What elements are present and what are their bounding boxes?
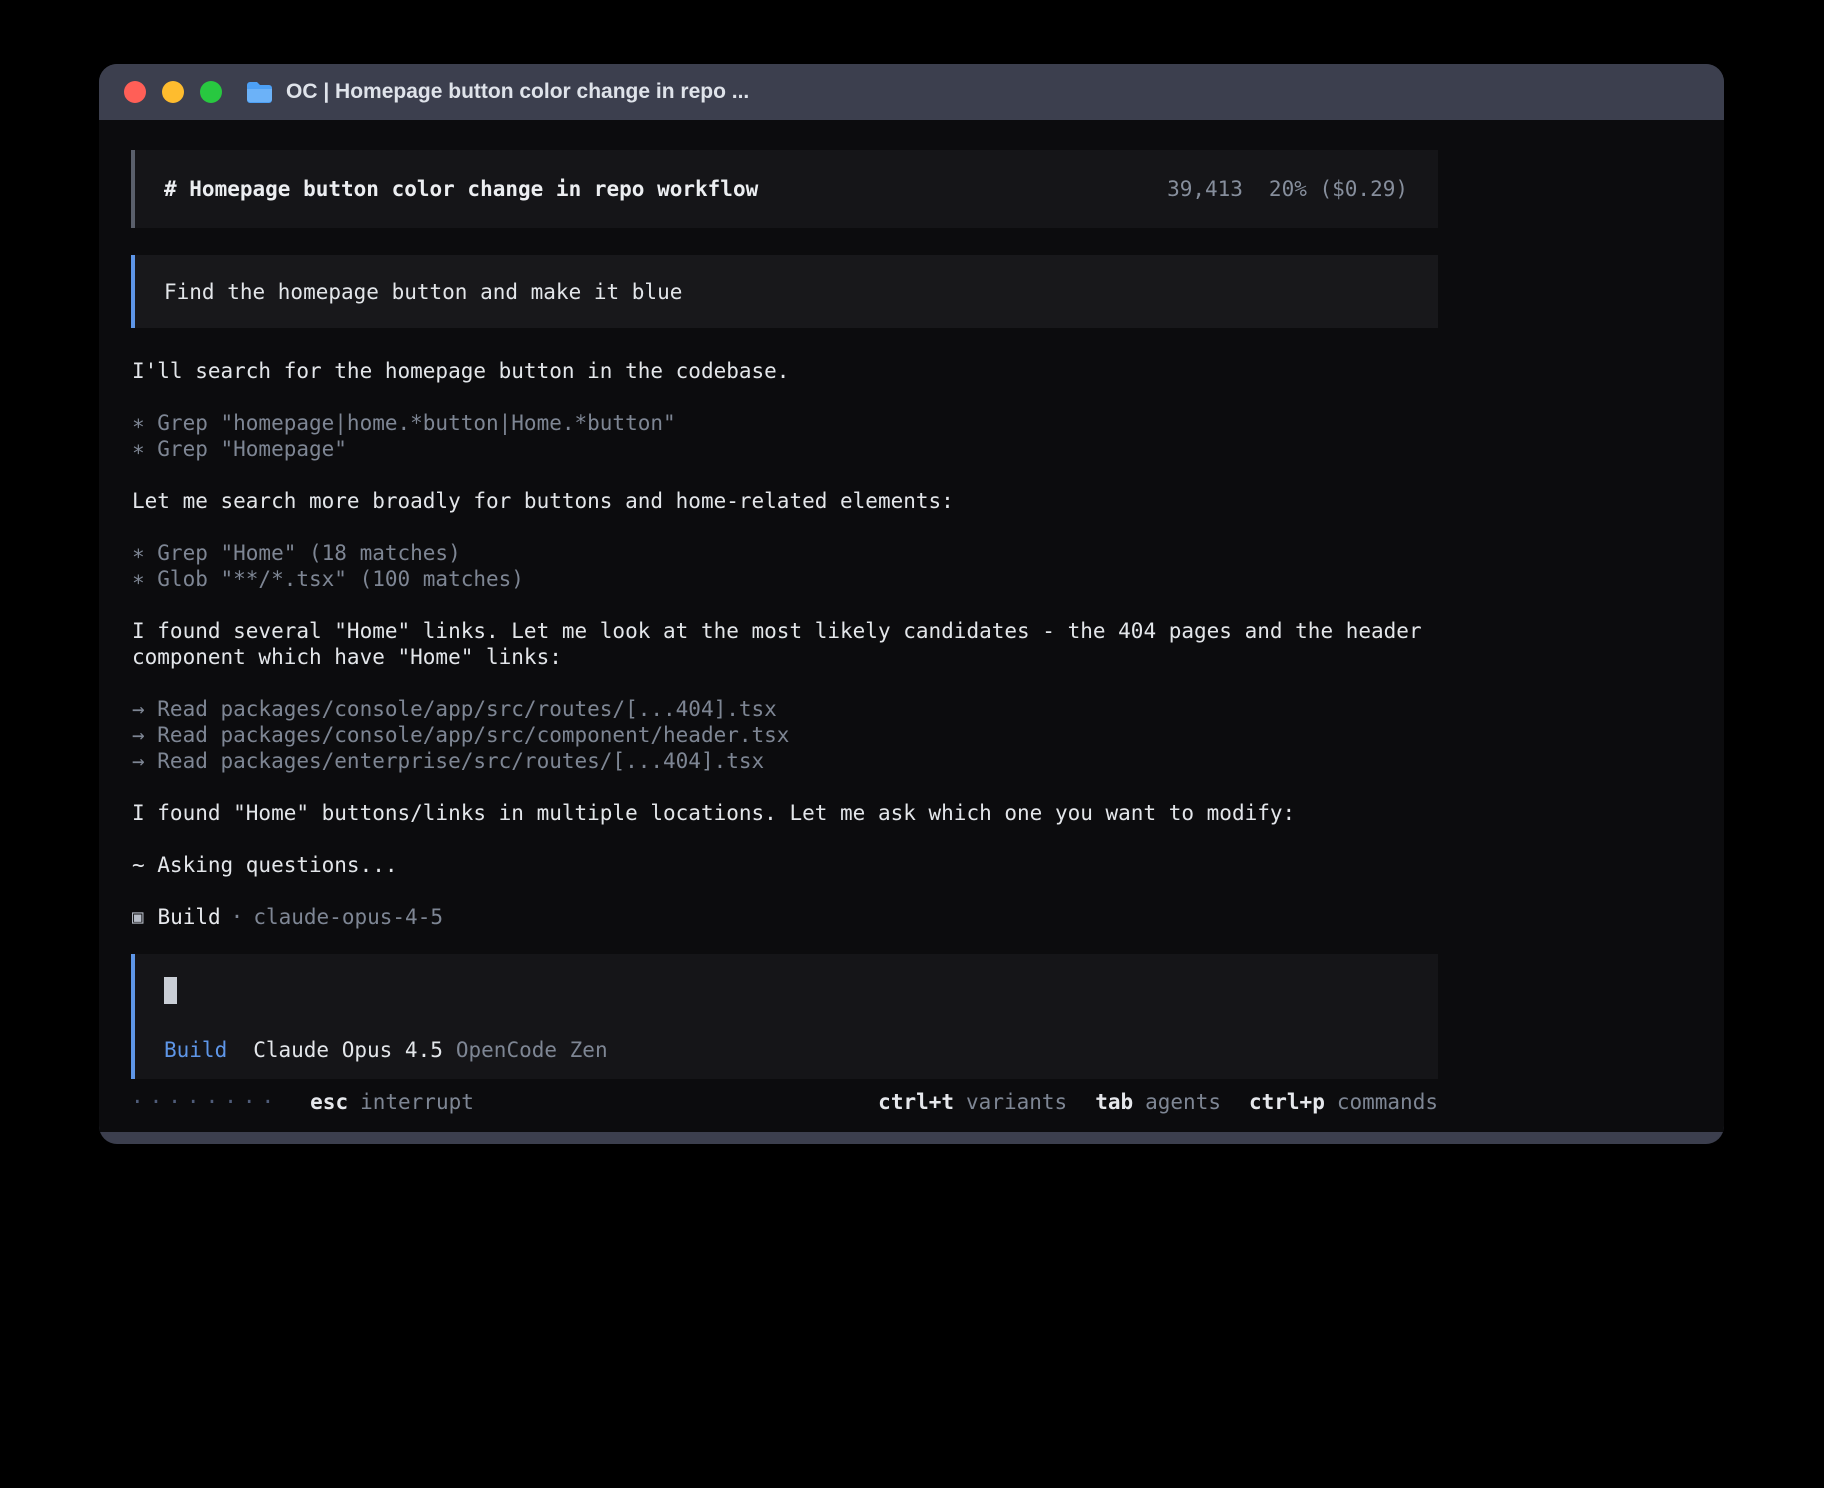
status-bar: ········ esc interrupt ctrl+t variants t…: [131, 1089, 1438, 1115]
provider-name: OpenCode Zen: [456, 1037, 608, 1063]
user-message: Find the homepage button and make it blu…: [131, 255, 1438, 328]
window-title: OC | Homepage button color change in rep…: [286, 80, 749, 104]
session-title: # Homepage button color change in repo w…: [164, 176, 758, 202]
tool-call-group: ∗ Grep "homepage|home.*button|Home.*butt…: [132, 410, 1438, 462]
status-left: ········ esc interrupt: [131, 1089, 474, 1115]
session-header: # Homepage button color change in repo w…: [131, 150, 1438, 228]
tool-call-group: ∗ Grep "Home" (18 matches) ∗ Glob "**/*.…: [132, 540, 1438, 592]
zoom-window-button[interactable]: [200, 81, 222, 103]
agent-model: claude-opus-4-5: [253, 904, 443, 930]
minimize-window-button[interactable]: [162, 81, 184, 103]
assistant-paragraph: I found "Home" buttons/links in multiple…: [132, 800, 1438, 826]
agent-icon: ▣: [132, 904, 143, 930]
shortcut-key: tab: [1095, 1089, 1133, 1115]
shortcut-label: interrupt: [360, 1089, 474, 1115]
traffic-lights: [124, 81, 222, 103]
status-right: ctrl+t variants tab agents ctrl+p comman…: [878, 1089, 1438, 1115]
agent-separator: ·: [231, 904, 244, 930]
shortcut-key: ctrl+p: [1249, 1089, 1325, 1115]
tool-call-grep: ∗ Grep "Homepage": [132, 436, 1438, 462]
shortcut-commands: ctrl+p commands: [1249, 1089, 1438, 1115]
window-title-area: OC | Homepage button color change in rep…: [246, 80, 749, 104]
terminal-window: OC | Homepage button color change in rep…: [99, 64, 1724, 1144]
assistant-paragraph: Let me search more broadly for buttons a…: [132, 488, 1438, 514]
folder-icon: [246, 81, 273, 103]
assistant-paragraph: I'll search for the homepage button in t…: [132, 358, 1438, 384]
tool-call-read: → Read packages/console/app/src/routes/[…: [132, 696, 1438, 722]
agent-name: Build: [157, 904, 220, 930]
tool-call-read: → Read packages/console/app/src/componen…: [132, 722, 1438, 748]
shortcut-label: agents: [1145, 1089, 1221, 1115]
spinner-dots: ········: [131, 1089, 280, 1115]
tool-call-grep: ∗ Grep "Home" (18 matches): [132, 540, 1438, 566]
input-mode-line: Build Claude Opus 4.5 OpenCode Zen: [164, 1037, 1438, 1063]
prompt-input[interactable]: Build Claude Opus 4.5 OpenCode Zen: [131, 954, 1438, 1079]
assistant-status: ~ Asking questions...: [132, 852, 1438, 878]
model-name: Claude Opus 4.5: [253, 1037, 443, 1063]
shortcut-label: commands: [1337, 1089, 1438, 1115]
text-cursor: [164, 977, 177, 1004]
tool-call-grep: ∗ Grep "homepage|home.*button|Home.*butt…: [132, 410, 1438, 436]
session-stats: 39,413 20% ($0.29): [1167, 176, 1408, 202]
shortcut-label: variants: [966, 1089, 1067, 1115]
tool-call-group: → Read packages/console/app/src/routes/[…: [132, 696, 1438, 774]
shortcut-interrupt: esc interrupt: [310, 1089, 474, 1115]
tool-call-read: → Read packages/enterprise/src/routes/[.…: [132, 748, 1438, 774]
shortcut-key: esc: [310, 1089, 348, 1115]
token-count: 39,413: [1167, 176, 1243, 202]
tool-call-glob: ∗ Glob "**/*.tsx" (100 matches): [132, 566, 1438, 592]
mode-badge[interactable]: Build: [164, 1037, 227, 1063]
assistant-paragraph: I found several "Home" links. Let me loo…: [132, 618, 1438, 670]
assistant-response: I'll search for the homepage button in t…: [131, 358, 1438, 930]
terminal-content: # Homepage button color change in repo w…: [99, 120, 1724, 1132]
agent-attribution: ▣ Build · claude-opus-4-5: [132, 904, 1438, 930]
context-cost: 20% ($0.29): [1269, 176, 1408, 202]
shortcut-key: ctrl+t: [878, 1089, 954, 1115]
shortcut-variants: ctrl+t variants: [878, 1089, 1067, 1115]
close-window-button[interactable]: [124, 81, 146, 103]
shortcut-agents: tab agents: [1095, 1089, 1221, 1115]
user-message-text: Find the homepage button and make it blu…: [164, 279, 682, 305]
window-titlebar[interactable]: OC | Homepage button color change in rep…: [99, 64, 1724, 120]
